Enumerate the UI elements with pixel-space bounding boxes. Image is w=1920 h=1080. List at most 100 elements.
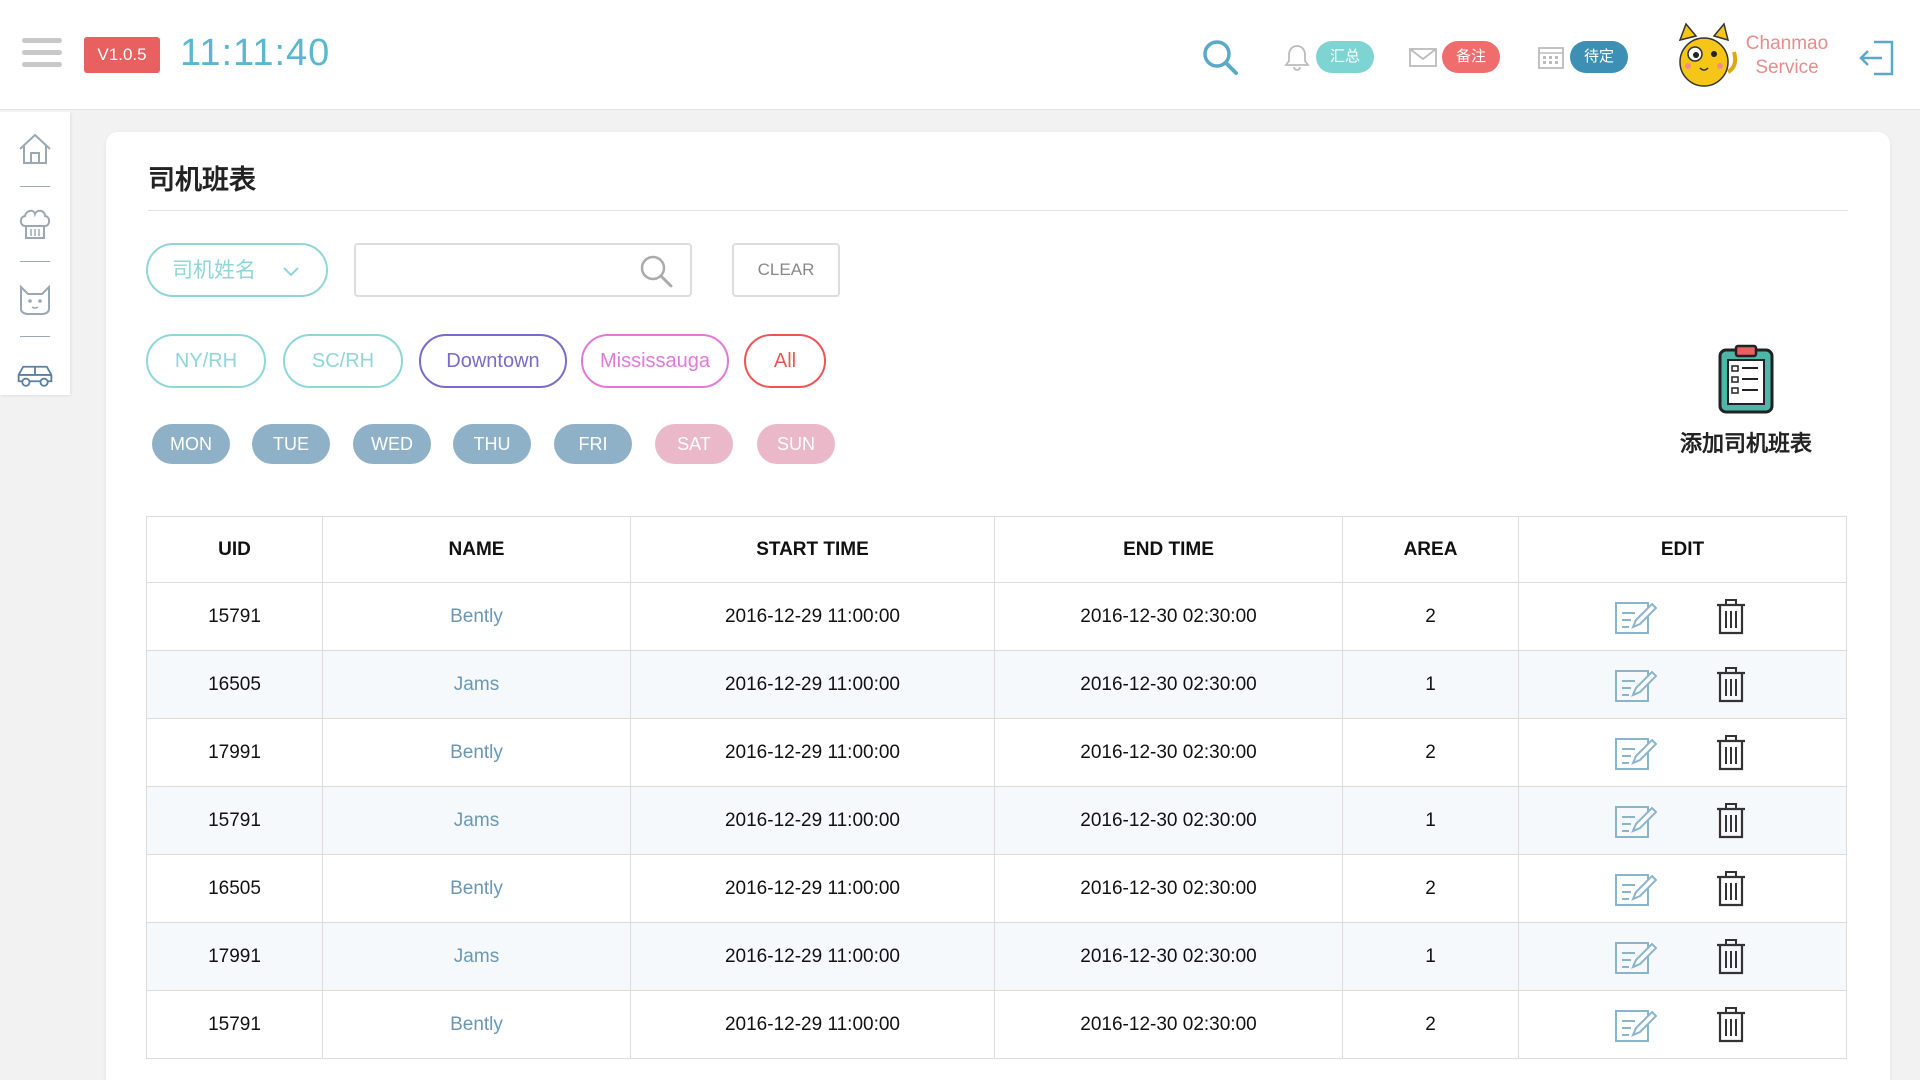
add-schedule-label: 添加司机班表 [1679, 432, 1812, 457]
start-time-cell: 2016-12-29 11:00:00 [630, 854, 995, 923]
sidebar-item-drivers[interactable] [0, 337, 70, 411]
table-header-row: UID NAME START TIME END TIME AREA EDIT [146, 516, 1847, 583]
area-cell: 1 [1342, 650, 1519, 719]
start-time-cell: 2016-12-29 11:00:00 [630, 650, 995, 719]
clipboard-list-icon [1718, 344, 1774, 414]
day-filter-tue[interactable]: TUE [252, 424, 330, 464]
search-icon[interactable] [638, 253, 674, 289]
end-time-cell: 2016-12-30 02:30:00 [994, 582, 1343, 651]
summary-notification[interactable]: 汇总 [1282, 40, 1375, 74]
table-row: 15791 Jams 2016-12-29 11:00:00 2016-12-3… [146, 786, 1847, 855]
start-time-cell: 2016-12-29 11:00:00 [630, 786, 995, 855]
column-header-uid: UID [146, 516, 323, 583]
uid-cell: 15791 [146, 582, 323, 651]
end-time-cell: 2016-12-30 02:30:00 [994, 718, 1343, 787]
schedule-table: UID NAME START TIME END TIME AREA EDIT 1… [146, 516, 1847, 1059]
start-time-cell: 2016-12-29 11:00:00 [630, 922, 995, 991]
day-filter-sat[interactable]: SAT [655, 424, 733, 464]
edit-cell [1518, 990, 1847, 1059]
area-filter-mississauga[interactable]: Mississauga [581, 334, 729, 388]
clock: 11:11:40 [180, 32, 331, 74]
top-bar: V1.0.5 11:11:40 汇总 备注 待定 Chanmao Service [0, 0, 1920, 110]
trash-icon[interactable] [1709, 665, 1753, 705]
user-profile[interactable]: Chanmao Service [1672, 22, 1832, 88]
sidebar-item-restaurant[interactable] [0, 187, 70, 261]
edit-cell [1518, 718, 1847, 787]
chevron-down-icon [283, 267, 299, 277]
edit-cell [1518, 854, 1847, 923]
column-header-end-time: END TIME [994, 516, 1343, 583]
uid-cell: 15791 [146, 786, 323, 855]
page-title: 司机班表 [148, 165, 256, 196]
name-cell[interactable]: Bently [322, 582, 631, 651]
column-header-start-time: START TIME [630, 516, 995, 583]
edit-icon[interactable] [1613, 1005, 1657, 1045]
edit-icon[interactable] [1613, 869, 1657, 909]
name-cell[interactable]: Jams [322, 922, 631, 991]
area-filter-downtown[interactable]: Downtown [419, 334, 567, 388]
menu-icon[interactable] [22, 38, 62, 70]
trash-icon[interactable] [1709, 801, 1753, 841]
table-row: 16505 Bently 2016-12-29 11:00:00 2016-12… [146, 854, 1847, 923]
calendar-icon [1538, 47, 1564, 69]
column-header-area: AREA [1342, 516, 1519, 583]
car-icon [17, 365, 53, 387]
sidebar [0, 112, 70, 395]
title-divider [148, 210, 1848, 211]
name-cell[interactable]: Bently [322, 854, 631, 923]
version-badge: V1.0.5 [84, 37, 160, 73]
edit-icon[interactable] [1613, 665, 1657, 705]
add-driver-schedule-button[interactable]: 添加司机班表 [1646, 344, 1846, 464]
edit-icon[interactable] [1613, 937, 1657, 977]
dropdown-label: 司机姓名 [172, 258, 256, 282]
table-row: 16505 Jams 2016-12-29 11:00:00 2016-12-3… [146, 650, 1847, 719]
day-filter-fri[interactable]: FRI [554, 424, 632, 464]
trash-icon[interactable] [1709, 869, 1753, 909]
home-icon [19, 133, 51, 164]
search-icon[interactable] [1200, 37, 1240, 77]
edit-cell [1518, 650, 1847, 719]
name-cell[interactable]: Jams [322, 786, 631, 855]
pending-notification[interactable]: 待定 [1536, 40, 1629, 74]
area-filter-sc-rh[interactable]: SC/RH [283, 334, 403, 388]
edit-icon[interactable] [1613, 597, 1657, 637]
search-input[interactable] [368, 245, 628, 295]
driver-name-dropdown[interactable]: 司机姓名 [146, 243, 328, 297]
start-time-cell: 2016-12-29 11:00:00 [630, 718, 995, 787]
name-cell[interactable]: Jams [322, 650, 631, 719]
edit-icon[interactable] [1613, 801, 1657, 841]
name-cell[interactable]: Bently [322, 718, 631, 787]
uid-cell: 17991 [146, 718, 323, 787]
mail-icon [1409, 48, 1437, 67]
trash-icon[interactable] [1709, 1005, 1753, 1045]
end-time-cell: 2016-12-30 02:30:00 [994, 786, 1343, 855]
sidebar-item-home[interactable] [0, 112, 70, 186]
logout-icon[interactable] [1858, 38, 1896, 78]
end-time-cell: 2016-12-30 02:30:00 [994, 854, 1343, 923]
day-filter-sun[interactable]: SUN [757, 424, 835, 464]
day-filter-thu[interactable]: THU [453, 424, 531, 464]
clear-button[interactable]: CLEAR [732, 243, 840, 297]
day-filter-wed[interactable]: WED [353, 424, 431, 464]
end-time-cell: 2016-12-30 02:30:00 [994, 990, 1343, 1059]
pending-badge: 待定 [1570, 41, 1629, 73]
table-row: 17991 Bently 2016-12-29 11:00:00 2016-12… [146, 718, 1847, 787]
edit-cell [1518, 922, 1847, 991]
uid-cell: 16505 [146, 650, 323, 719]
notes-notification[interactable]: 备注 [1408, 40, 1501, 74]
uid-cell: 15791 [146, 990, 323, 1059]
trash-icon[interactable] [1709, 733, 1753, 773]
area-filter-all[interactable]: All [744, 334, 826, 388]
sidebar-item-customers[interactable] [0, 262, 70, 336]
user-name: Chanmao Service [1745, 33, 1829, 78]
area-filter-ny-rh[interactable]: NY/RH [146, 334, 266, 388]
trash-icon[interactable] [1709, 597, 1753, 637]
trash-icon[interactable] [1709, 937, 1753, 977]
day-filter-mon[interactable]: MON [152, 424, 230, 464]
start-time-cell: 2016-12-29 11:00:00 [630, 582, 995, 651]
edit-icon[interactable] [1613, 733, 1657, 773]
table-row: 15791 Bently 2016-12-29 11:00:00 2016-12… [146, 990, 1847, 1059]
name-cell[interactable]: Bently [322, 990, 631, 1059]
area-cell: 1 [1342, 786, 1519, 855]
column-header-name: NAME [322, 516, 631, 583]
